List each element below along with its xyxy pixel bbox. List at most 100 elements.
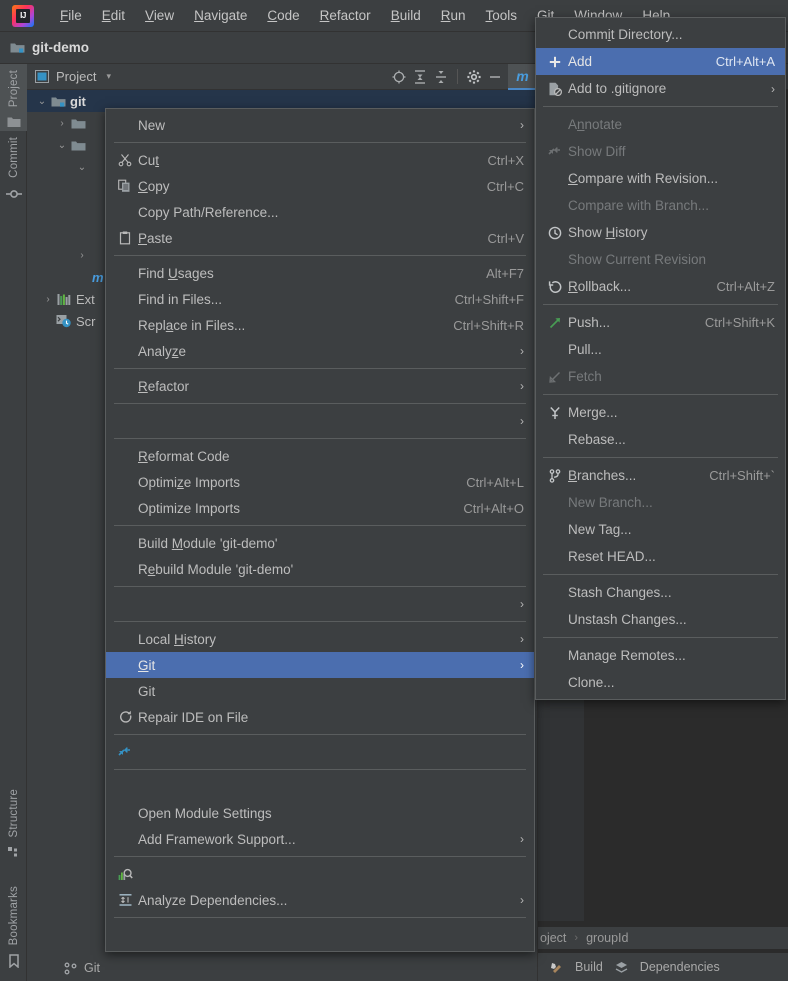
menu-item-local-history[interactable]: Local History › xyxy=(106,626,534,652)
menu-item-open-in[interactable]: › xyxy=(106,591,534,617)
breadcrumb-item-0[interactable]: oject xyxy=(540,931,566,945)
menu-item-label: Fetch xyxy=(568,369,602,384)
menu-item-push[interactable]: Push... Ctrl+Shift+K xyxy=(536,309,785,336)
sidebar-item-commit[interactable]: Commit xyxy=(0,131,27,204)
menu-item-unstash-changes[interactable]: Unstash Changes... xyxy=(536,606,785,633)
project-view-context-menu[interactable]: New › Cut Ctrl+X Copy Ctrl+C Copy Path/R… xyxy=(105,108,535,952)
menu-item-optimize-imports[interactable]: Optimize Imports Ctrl+Alt+L xyxy=(106,469,534,495)
menu-item-mark-directory-as[interactable]: Add Framework Support... › xyxy=(106,826,534,852)
expand-all-icon[interactable] xyxy=(412,69,428,85)
menu-item-repair-ide-on-file[interactable]: Git xyxy=(106,678,534,704)
menu-code[interactable]: Code xyxy=(257,3,309,29)
menu-item-new-tag[interactable]: New Tag... xyxy=(536,516,785,543)
collapse-all-icon[interactable] xyxy=(433,69,449,85)
libraries-icon xyxy=(55,293,73,306)
folder-icon xyxy=(7,116,21,128)
menu-separator xyxy=(114,734,526,735)
status-build-label[interactable]: Build xyxy=(575,960,603,974)
menu-run[interactable]: Run xyxy=(431,3,476,29)
menu-item-add-framework-support[interactable]: Open Module Settings xyxy=(106,800,534,826)
status-dependencies-label[interactable]: Dependencies xyxy=(640,960,720,974)
menu-item-stash-changes[interactable]: Stash Changes... xyxy=(536,579,785,606)
menu-item-show-history[interactable]: Show History xyxy=(536,219,785,246)
menu-item-accel: Ctrl+Shift+F xyxy=(454,291,524,307)
chevron-down-icon[interactable]: ⌄ xyxy=(35,96,49,107)
sidebar-item-project[interactable]: Project xyxy=(0,64,27,132)
menu-item-add[interactable]: Add Ctrl+Alt+A xyxy=(536,48,785,75)
menu-item-rebuild-module[interactable]: Rebuild Module 'git-demo' xyxy=(106,556,534,582)
menu-item-label: Merge... xyxy=(568,405,618,420)
menu-item-analyze[interactable]: Analyze › xyxy=(106,338,534,364)
bottom-tab-git-label[interactable]: Git xyxy=(84,961,100,975)
menu-item-new[interactable]: New › xyxy=(106,112,534,138)
menu-item-label: Local History xyxy=(138,631,217,647)
chevron-right-icon[interactable]: › xyxy=(75,250,89,261)
menu-item-copy[interactable]: Copy Ctrl+C xyxy=(106,173,534,199)
menu-item-merge[interactable]: Merge... xyxy=(536,399,785,426)
menu-build[interactable]: Build xyxy=(381,3,431,29)
settings-gear-icon[interactable] xyxy=(466,69,482,85)
chevron-right-icon: › xyxy=(520,118,524,132)
breadcrumb: oject › groupId xyxy=(538,927,788,949)
menu-item-reset-head[interactable]: Reset HEAD... xyxy=(536,543,785,570)
menu-item-commit-directory[interactable]: Commit Directory... xyxy=(536,21,785,48)
menu-item-clone[interactable]: Clone... xyxy=(536,669,785,696)
menu-item-open-module-settings[interactable] xyxy=(106,774,534,800)
menu-item-add-to-gitignore[interactable]: Add to .gitignore › xyxy=(536,75,785,102)
menu-item-label: Optimize Imports xyxy=(138,500,241,516)
menu-item-accel: Ctrl+C xyxy=(486,178,524,194)
menu-item-convert-java-to-kotlin[interactable] xyxy=(106,922,534,948)
chevron-right-icon: › xyxy=(520,893,524,907)
sidebar-item-structure[interactable]: Structure xyxy=(0,783,27,861)
hide-icon[interactable] xyxy=(487,69,503,85)
menu-item-branches[interactable]: Branches... Ctrl+Shift+` xyxy=(536,462,785,489)
menu-file[interactable]: File xyxy=(50,3,92,29)
menu-item-label: Rebase... xyxy=(568,432,626,447)
chevron-down-icon[interactable]: ⌄ xyxy=(75,162,89,173)
menu-item-paste[interactable]: Paste Ctrl+V xyxy=(106,225,534,251)
breadcrumb-item-1[interactable]: groupId xyxy=(586,931,628,945)
menu-item-find-usages[interactable]: Find Usages Alt+F7 xyxy=(106,260,534,286)
menu-item-remove-module[interactable]: Optimize Imports Ctrl+Alt+O xyxy=(106,495,534,521)
menu-tools[interactable]: Tools xyxy=(476,3,528,29)
menu-item-find-in-files[interactable]: Find in Files... Ctrl+Shift+F xyxy=(106,286,534,312)
menu-item-refactor[interactable]: Refactor › xyxy=(106,373,534,399)
menu-item-label: Add Framework Support... xyxy=(138,831,296,847)
menu-item-copy-path-reference[interactable]: Copy Path/Reference... xyxy=(106,199,534,225)
chevron-right-icon[interactable]: › xyxy=(55,118,69,129)
menu-item-label: Annotate xyxy=(568,117,623,132)
sidebar-item-bookmarks[interactable]: Bookmarks xyxy=(0,880,27,971)
project-window-actions: m xyxy=(391,63,537,90)
chevron-right-icon[interactable]: › xyxy=(41,294,55,305)
paste-icon xyxy=(112,231,138,245)
menu-item-reload-from-disk[interactable]: Repair IDE on File xyxy=(106,704,534,730)
menu-separator xyxy=(543,637,778,638)
menu-item-pull[interactable]: Pull... xyxy=(536,336,785,363)
chevron-down-icon[interactable]: ▾ xyxy=(106,71,111,82)
menu-refactor[interactable]: Refactor xyxy=(310,3,381,29)
menu-item-git[interactable]: Git › xyxy=(106,652,534,678)
menu-item-rebase[interactable]: Rebase... xyxy=(536,426,785,453)
menu-item-analyze-dependencies[interactable] xyxy=(106,861,534,887)
select-opened-file-icon[interactable] xyxy=(391,69,407,85)
menu-view[interactable]: View xyxy=(135,3,184,29)
menu-item-cut[interactable]: Cut Ctrl+X xyxy=(106,147,534,173)
menu-navigate[interactable]: Navigate xyxy=(184,3,257,29)
git-submenu[interactable]: Commit Directory... Add Ctrl+Alt+A Add t… xyxy=(535,17,786,700)
menu-item-reformat-code[interactable]: Reformat Code xyxy=(106,443,534,469)
menu-item-compare-with-branch: Compare with Branch... xyxy=(536,192,785,219)
menu-item-rollback[interactable]: Rollback... Ctrl+Alt+Z xyxy=(536,273,785,300)
menu-item-bookmarks[interactable]: › xyxy=(106,408,534,434)
chevron-down-icon[interactable]: ⌄ xyxy=(55,140,69,151)
menu-edit[interactable]: Edit xyxy=(92,3,135,29)
menu-item-diagrams[interactable]: Analyze Dependencies... › xyxy=(106,887,534,913)
menu-item-compare-with-revision[interactable]: Compare with Revision... xyxy=(536,165,785,192)
folder-icon xyxy=(69,139,87,152)
menu-item-replace-in-files[interactable]: Replace in Files... Ctrl+Shift+R xyxy=(106,312,534,338)
maven-tab-chip[interactable]: m xyxy=(508,63,537,90)
menu-item-build-module[interactable]: Build Module 'git-demo' xyxy=(106,530,534,556)
menu-separator xyxy=(114,142,526,143)
menu-item-accel: Ctrl+V xyxy=(487,230,524,246)
menu-item-compare-with[interactable] xyxy=(106,739,534,765)
menu-item-manage-remotes[interactable]: Manage Remotes... xyxy=(536,642,785,669)
